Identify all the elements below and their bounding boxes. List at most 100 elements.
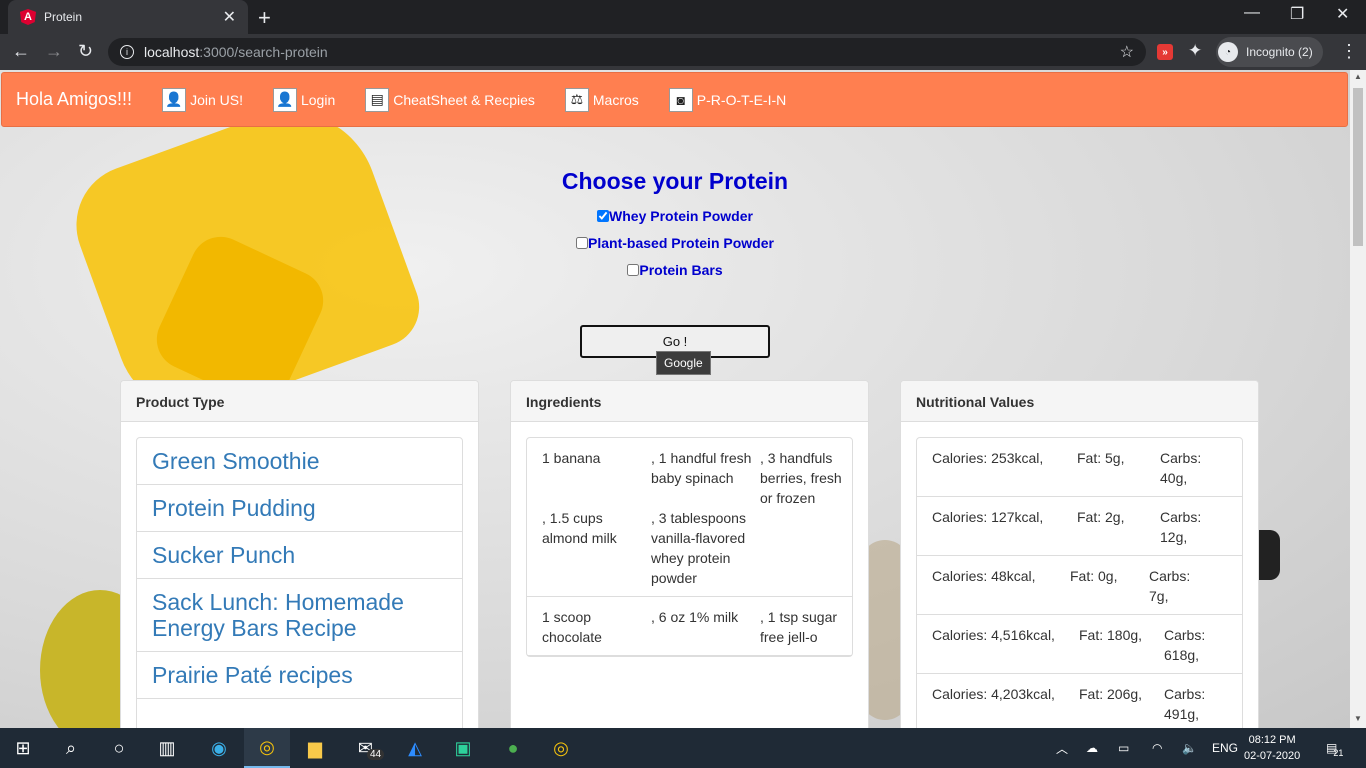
ingredients-table: 1 banana , 1 handful fresh baby spinach … bbox=[526, 437, 853, 657]
incognito-button[interactable]: ◔ Incognito (2) bbox=[1216, 37, 1323, 67]
cortana-icon[interactable]: ○ bbox=[96, 728, 142, 768]
bars-checkbox[interactable] bbox=[627, 264, 640, 276]
table-cell: , 1.5 cups almond milk bbox=[542, 510, 617, 546]
panel-title: Product Type bbox=[121, 381, 478, 422]
table-cell: Calories: 4,516kcal, bbox=[932, 627, 1055, 643]
edge-icon[interactable]: ◉ bbox=[196, 728, 242, 768]
mongodb-icon[interactable]: ● bbox=[490, 728, 536, 768]
table-cell: Carbs: 12g, bbox=[1160, 509, 1202, 545]
table-cell: Carbs: 618g, bbox=[1164, 627, 1206, 663]
brand[interactable]: Hola Amigos!!! bbox=[16, 89, 132, 110]
list-item[interactable]: Sack Lunch: Homemade Energy Bars Recipe bbox=[137, 579, 462, 652]
file-explorer-icon[interactable]: ▆ bbox=[292, 728, 338, 768]
url-path: :3000/search-protein bbox=[199, 44, 328, 60]
extensions-puzzle-icon[interactable]: ✦ bbox=[1188, 41, 1202, 61]
notification-icon[interactable]: ▤ 21 bbox=[1326, 728, 1343, 768]
page-title: Choose your Protein bbox=[561, 168, 789, 194]
close-window-icon[interactable]: ✕ bbox=[1336, 4, 1349, 24]
table-cell: Calories: 253kcal, bbox=[932, 450, 1044, 466]
volume-icon[interactable]: 🔈 bbox=[1182, 728, 1197, 768]
book-icon: ▤ bbox=[365, 87, 390, 112]
chrome-icon[interactable]: ◎ bbox=[538, 728, 584, 768]
table-row: Calories: 48kcal, Fat: 0g, Carbs: 7g, bbox=[917, 556, 1242, 615]
clock-date: 02-07-2020 bbox=[1244, 750, 1301, 762]
task-view-icon[interactable]: ▥ bbox=[144, 728, 190, 768]
panel-title: Ingredients bbox=[511, 381, 868, 422]
restore-icon[interactable]: ❐ bbox=[1290, 4, 1304, 24]
scroll-up-icon[interactable]: ▲ bbox=[1354, 72, 1362, 81]
mail-icon[interactable]: ✉ 44 bbox=[348, 728, 394, 768]
nav-label: Login bbox=[300, 91, 336, 108]
browser-tab[interactable]: A Protein ✕ bbox=[8, 0, 248, 34]
clock[interactable]: 08:12 PM 02-07-2020 bbox=[1244, 732, 1300, 764]
chrome-icon[interactable]: ◎ bbox=[244, 728, 290, 768]
nav-label: Join US! bbox=[190, 91, 243, 108]
table-cell: Carbs: 7g, bbox=[1149, 568, 1191, 604]
table-cell: Fat: 2g, bbox=[1077, 509, 1125, 525]
menu-kebab-icon[interactable]: ⋮ bbox=[1340, 41, 1358, 62]
windows-start-icon[interactable]: ⊞ bbox=[0, 728, 46, 768]
page-scrollbar[interactable]: ▲ ▼ bbox=[1350, 70, 1366, 728]
table-cell: , 1 tsp sugar free jell-o bbox=[760, 609, 838, 645]
table-cell: , 3 handfuls berries, fresh or frozen bbox=[760, 450, 842, 506]
nav-label: CheatSheet & Recpies bbox=[393, 91, 535, 108]
option-bars: Protein Bars bbox=[0, 262, 1350, 278]
list-item[interactable]: Protein Pudding bbox=[137, 485, 462, 532]
webstorm-icon[interactable]: ▣ bbox=[440, 728, 486, 768]
angular-icon: A bbox=[20, 9, 36, 25]
forward-icon[interactable]: → bbox=[45, 41, 63, 62]
new-tab-icon[interactable]: + bbox=[258, 5, 271, 31]
table-cell: 1 scoop chocolate bbox=[542, 609, 602, 645]
scrollbar-thumb[interactable] bbox=[1353, 88, 1363, 246]
option-label: Plant-based Protein Powder bbox=[588, 235, 774, 251]
extension-icon[interactable]: » bbox=[1157, 44, 1173, 60]
table-cell: Calories: 127kcal, bbox=[932, 509, 1044, 525]
nutrition-table: Calories: 253kcal, Fat: 5g, Carbs: 40g, … bbox=[916, 437, 1243, 728]
table-cell: Fat: 0g, bbox=[1070, 568, 1118, 584]
nav-label: P-R-O-T-E-I-N bbox=[696, 91, 787, 108]
nav-login[interactable]: 👤 Login bbox=[272, 87, 336, 112]
panel-title: Nutritional Values bbox=[901, 381, 1258, 422]
show-hidden-icons[interactable]: ︿ bbox=[1056, 728, 1068, 768]
search-icon[interactable]: ⌕ bbox=[48, 728, 94, 768]
scroll-down-icon[interactable]: ▼ bbox=[1354, 714, 1362, 723]
wifi-icon[interactable]: ◠ bbox=[1152, 728, 1162, 768]
table-row: Calories: 4,203kcal, Fat: 206g, Carbs: 4… bbox=[917, 674, 1242, 728]
onedrive-icon[interactable]: ☁ bbox=[1086, 728, 1098, 768]
address-bar[interactable]: i localhost:3000/search-protein ☆ bbox=[108, 38, 1146, 66]
nav-macros[interactable]: ⚖ Macros bbox=[564, 87, 639, 112]
nav-protein[interactable]: ◙ P-R-O-T-E-I-N bbox=[668, 87, 787, 112]
user-icon: 👤 bbox=[272, 87, 297, 112]
jar-icon: ◙ bbox=[668, 87, 693, 112]
list-item[interactable] bbox=[137, 699, 462, 728]
nav-label: Macros bbox=[592, 91, 639, 108]
nav-cheatsheet[interactable]: ▤ CheatSheet & Recpies bbox=[365, 87, 535, 112]
table-cell: Fat: 206g, bbox=[1079, 686, 1143, 702]
minimize-icon[interactable]: — bbox=[1244, 4, 1260, 22]
whey-checkbox[interactable] bbox=[597, 210, 610, 222]
list-item[interactable]: Sucker Punch bbox=[137, 532, 462, 579]
language-indicator[interactable]: ENG bbox=[1212, 728, 1238, 768]
bookmark-star-icon[interactable]: ☆ bbox=[1120, 42, 1134, 62]
table-cell: Carbs: 40g, bbox=[1160, 450, 1202, 486]
tab-title: Protein bbox=[44, 10, 83, 24]
page-viewport: Hola Amigos!!! 👤 Join US! 👤 Login ▤ Chea… bbox=[0, 70, 1350, 728]
nav-join-us[interactable]: 👤 Join US! bbox=[162, 87, 243, 112]
site-info-icon[interactable]: i bbox=[120, 45, 134, 59]
back-icon[interactable]: ← bbox=[12, 41, 30, 62]
list-item[interactable]: Prairie Paté recipes bbox=[137, 652, 462, 699]
product-type-panel: Product Type Green Smoothie Protein Pudd… bbox=[120, 380, 479, 728]
option-whey: Whey Protein Powder bbox=[0, 208, 1350, 224]
close-tab-icon[interactable]: ✕ bbox=[223, 7, 236, 27]
app-icon[interactable]: ◭ bbox=[392, 728, 438, 768]
reload-icon[interactable]: ↻ bbox=[78, 41, 93, 62]
plant-checkbox[interactable] bbox=[576, 237, 589, 249]
scale-icon: ⚖ bbox=[564, 87, 589, 112]
ingredients-panel: Ingredients 1 banana , 1 handful fresh b… bbox=[510, 380, 869, 728]
battery-icon[interactable]: ▭ bbox=[1118, 728, 1129, 768]
browser-toolbar: ← → ↻ i localhost:3000/search-protein ☆ … bbox=[0, 34, 1366, 70]
notification-count: 21 bbox=[1333, 748, 1344, 758]
list-item[interactable]: Green Smoothie bbox=[137, 438, 462, 485]
table-cell: Calories: 4,203kcal, bbox=[932, 686, 1055, 702]
taskbar: ⊞ ⌕ ○ ▥ ◉ ◎ ▆ ✉ 44 ◭ ▣ ● ◎ ︿ ☁ ▭ ◠ 🔈 ENG … bbox=[0, 728, 1366, 768]
